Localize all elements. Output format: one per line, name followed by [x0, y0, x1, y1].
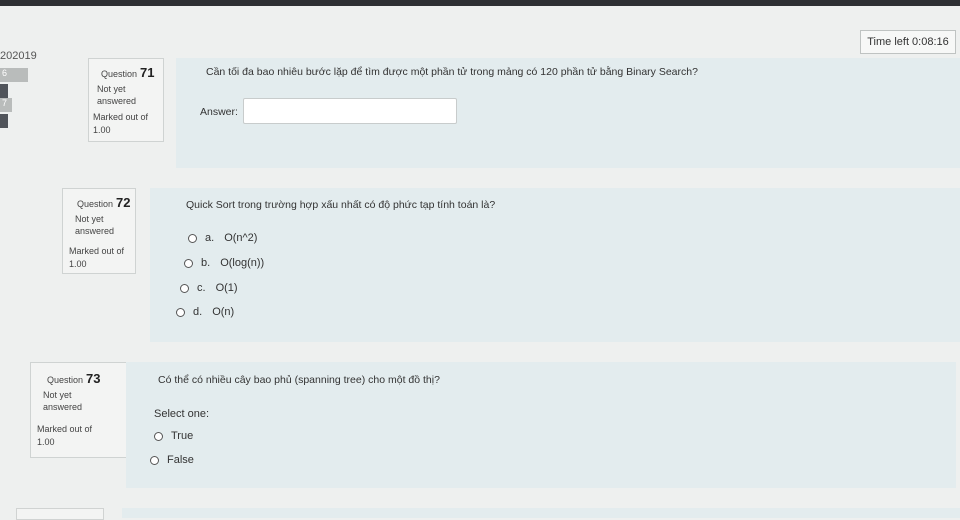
nav-item-7[interactable]: 7	[0, 98, 12, 112]
question-71-mark: Marked out of 1.00	[93, 112, 149, 135]
question-72-mark: Marked out of 1.00	[69, 246, 125, 269]
nav-item-flag[interactable]	[0, 114, 8, 128]
question-71-status: Not yet answered	[97, 84, 137, 106]
question-73-status: Not yet answered	[43, 390, 83, 412]
question-73-number: Question 73	[47, 371, 101, 386]
answer-input[interactable]	[243, 98, 457, 124]
question-73-mark: Marked out of 1.00	[37, 424, 93, 447]
option-true[interactable]: True	[154, 430, 193, 442]
radio-icon[interactable]	[176, 307, 185, 317]
question-73-info: Question 73 Not yet answered Marked out of…	[30, 362, 128, 458]
answer-label: Answer:	[200, 106, 238, 118]
radio-icon[interactable]	[180, 283, 189, 293]
option-d[interactable]: d. O(n)	[176, 306, 234, 318]
top-bar	[0, 0, 960, 6]
question-71-info: Question 71 Not yet answered Marked out of…	[88, 58, 164, 142]
option-c[interactable]: c. O(1)	[180, 282, 238, 294]
option-b[interactable]: b. O(log(n))	[184, 257, 264, 269]
radio-icon[interactable]	[150, 455, 159, 465]
question-72-status: Not yet answered	[75, 214, 115, 236]
question-74-panel	[122, 508, 960, 518]
radio-icon[interactable]	[184, 258, 193, 268]
option-a[interactable]: a. O(n^2)	[188, 232, 257, 244]
radio-icon[interactable]	[154, 431, 163, 441]
question-71-number: Question 71	[101, 65, 155, 80]
question-73-text: Có thể có nhiều cây bao phủ (spanning tr…	[158, 374, 440, 386]
course-code: 202019	[0, 50, 37, 62]
nav-item-6[interactable]: 6	[0, 68, 28, 82]
question-71-text: Cần tối đa bao nhiêu bước lặp để tìm đượ…	[206, 66, 698, 78]
question-72-text: Quick Sort trong trường hợp xấu nhất có …	[186, 199, 496, 211]
option-false[interactable]: False	[150, 454, 194, 466]
time-left-badge: Time left 0:08:16	[860, 30, 956, 54]
select-one-label: Select one:	[154, 408, 210, 420]
radio-icon[interactable]	[188, 233, 197, 243]
question-72-number: Question 72	[77, 195, 131, 210]
question-72-panel	[150, 188, 960, 342]
question-74-info	[16, 508, 104, 520]
question-72-info: Question 72 Not yet answered Marked out of…	[62, 188, 136, 274]
nav-item-current[interactable]	[0, 84, 8, 98]
